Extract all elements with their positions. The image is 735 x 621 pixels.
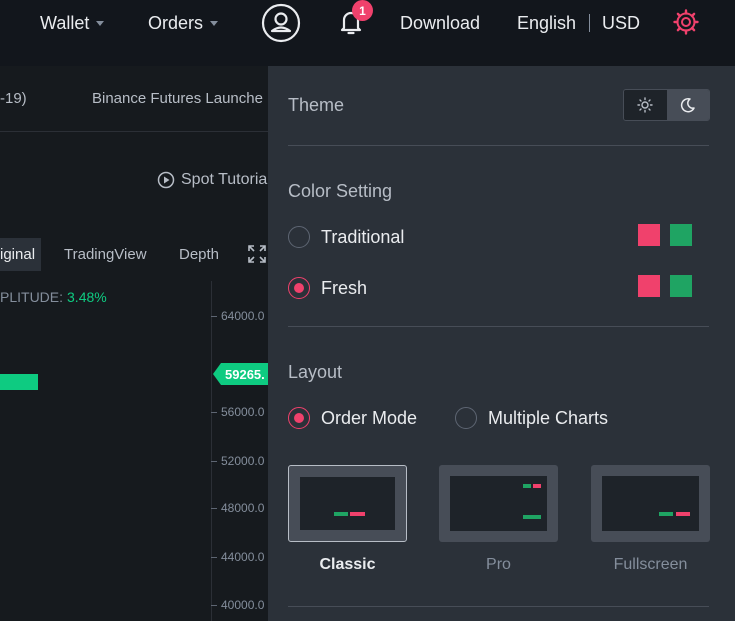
wallet-label: Wallet	[40, 12, 90, 33]
section-divider	[288, 606, 709, 607]
chart-tabs: iginal TradingView Depth	[0, 238, 268, 271]
axis-tick	[211, 412, 217, 413]
axis-tick	[211, 557, 217, 558]
price-axis-label: 40000.0	[221, 598, 265, 612]
moon-icon	[680, 97, 695, 113]
radio-button[interactable]	[455, 407, 477, 429]
chevron-down-icon	[210, 20, 219, 26]
axis-tick	[211, 508, 217, 509]
current-price-tag: 59265.	[213, 363, 268, 385]
section-divider	[288, 145, 709, 146]
color-setting-title: Color Setting	[288, 181, 393, 201]
price-axis-label: 48000.0	[221, 501, 265, 515]
wallet-menu[interactable]: Wallet	[40, 12, 105, 34]
price-axis-label: 56000.0	[221, 405, 265, 419]
settings-panel: Theme Color Setting Traditional Fresh La…	[268, 66, 735, 621]
language-selector[interactable]: English	[517, 12, 576, 34]
trading-background: -19) Binance Futures Launche Spot Tutori…	[0, 66, 268, 621]
orders-label: Orders	[148, 12, 204, 33]
spot-tutorial-label: Spot Tutoria	[181, 171, 268, 188]
axis-tick	[211, 605, 217, 606]
radio-button-selected[interactable]	[288, 277, 310, 299]
color-option-label: Traditional	[321, 226, 405, 247]
color-option-label: Fresh	[321, 277, 368, 298]
theme-toggle	[623, 89, 710, 121]
dark-theme-button[interactable]	[666, 90, 709, 120]
radio-button[interactable]	[288, 226, 310, 248]
layout-label-classic: Classic	[319, 556, 376, 573]
user-avatar-icon[interactable]	[261, 3, 301, 43]
gear-icon[interactable]	[673, 9, 699, 35]
price-axis-label: 64000.0	[221, 309, 265, 323]
section-divider	[288, 326, 709, 327]
theme-title: Theme	[288, 95, 345, 115]
layout-preview	[602, 476, 699, 531]
nav-divider	[589, 14, 590, 32]
chevron-down-icon	[96, 20, 105, 26]
notification-badge: 1	[352, 0, 373, 21]
ticker-text: -19)	[0, 90, 27, 107]
layout-label-pro: Pro	[486, 556, 511, 573]
down-color-swatch	[670, 275, 692, 297]
price-axis-line	[211, 281, 212, 621]
expand-icon[interactable]	[247, 244, 267, 264]
layout-mode-order[interactable]: Order Mode	[288, 407, 417, 429]
layout-mode-multiple-charts[interactable]: Multiple Charts	[455, 407, 608, 429]
layout-mode-label: Multiple Charts	[488, 407, 609, 428]
light-theme-button[interactable]	[624, 90, 667, 120]
spot-tutorial-link[interactable]: Spot Tutoria	[157, 171, 267, 189]
price-axis-label: 44000.0	[221, 550, 265, 564]
preview-bar	[659, 512, 673, 516]
currency-selector[interactable]: USD	[602, 12, 640, 34]
radio-button-selected[interactable]	[288, 407, 310, 429]
layout-title: Layout	[288, 362, 343, 382]
candle-bar	[0, 374, 38, 390]
announcement-bar: -19) Binance Futures Launche	[0, 66, 268, 132]
tab-tradingview[interactable]: TradingView	[58, 238, 153, 271]
layout-card-fullscreen[interactable]	[591, 465, 710, 542]
sun-icon	[637, 97, 653, 113]
preview-bar	[523, 515, 541, 519]
layout-card-classic[interactable]	[288, 465, 407, 542]
layout-card-pro[interactable]	[439, 465, 558, 542]
announcement-link[interactable]: Binance Futures Launche	[92, 90, 263, 107]
amplitude-label: PLITUDE:	[0, 289, 64, 305]
orders-menu[interactable]: Orders	[148, 12, 219, 34]
preview-bar	[523, 484, 531, 488]
color-option-traditional[interactable]: Traditional	[288, 226, 404, 248]
preview-bar	[334, 512, 348, 516]
color-option-fresh[interactable]: Fresh	[288, 277, 367, 299]
axis-tick	[211, 461, 217, 462]
preview-bar	[350, 512, 365, 516]
download-link[interactable]: Download	[400, 12, 480, 34]
layout-preview	[300, 477, 395, 530]
up-color-swatch	[638, 275, 660, 297]
preview-bar	[533, 484, 541, 488]
tab-depth[interactable]: Depth	[173, 238, 225, 271]
layout-label-fullscreen: Fullscreen	[613, 556, 688, 573]
down-color-swatch	[670, 224, 692, 246]
tab-original[interactable]: iginal	[0, 238, 42, 271]
layout-mode-label: Order Mode	[321, 407, 418, 428]
amplitude-value: 3.48%	[67, 289, 107, 305]
play-icon	[157, 171, 175, 189]
axis-tick	[211, 316, 217, 317]
preview-bar	[676, 512, 690, 516]
price-axis-label: 52000.0	[221, 454, 265, 468]
up-color-swatch	[638, 224, 660, 246]
top-navigation: Wallet Orders 1 Download English USD	[0, 0, 735, 66]
amplitude-readout: PLITUDE: 3.48%	[0, 289, 107, 305]
